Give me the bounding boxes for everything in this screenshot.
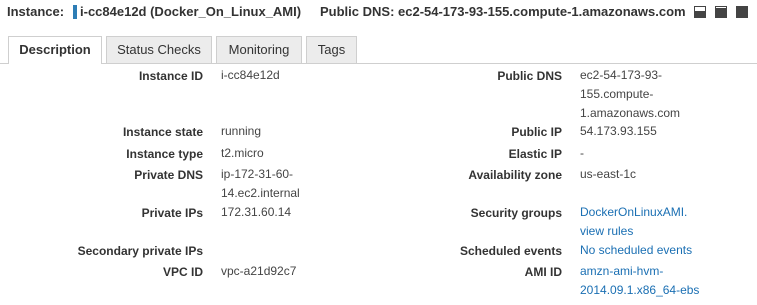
scheduled-events-link[interactable]: No scheduled events xyxy=(580,243,692,257)
instance-type-value: t2.micro xyxy=(221,146,264,160)
instance-state-label: Instance state xyxy=(122,125,203,139)
public-dns-detail-label: Public DNS xyxy=(497,69,562,83)
instance-state-value: running xyxy=(221,124,262,138)
private-dns-value: ip-172-31-60-14.ec2.internal xyxy=(221,167,300,200)
vpc-id-value: vpc-a21d92c7 xyxy=(221,264,297,278)
public-ip-label: Public IP xyxy=(511,125,562,139)
ami-id-link[interactable]: amzn-ami-hvm-2014.09.1.x86_64-ebs xyxy=(580,264,699,297)
public-ip-value: 54.173.93.155 xyxy=(580,124,657,138)
elastic-ip-label: Elastic IP xyxy=(508,147,562,161)
private-dns-label: Private DNS xyxy=(134,168,203,182)
security-group-link[interactable]: DockerOnLinuxAMI. xyxy=(580,205,687,219)
public-dns-detail-value: ec2-54-173-93-155.compute-1.amazonaws.co… xyxy=(580,68,681,120)
tab-description[interactable]: Description xyxy=(8,36,102,64)
instance-id-value: i-cc84e12d xyxy=(221,68,280,82)
secondary-private-ips-label: Secondary private IPs xyxy=(77,244,203,258)
elastic-ip-value: - xyxy=(580,146,584,160)
public-dns-value: ec2-54-173-93-155.compute-1.amazonaws.co… xyxy=(398,4,686,19)
instance-name: i-cc84e12d (Docker_On_Linux_AMI) xyxy=(80,4,302,19)
availability-zone-label: Availability zone xyxy=(468,168,562,182)
tab-bar: Description Status Checks Monitoring Tag… xyxy=(0,36,757,64)
tab-tags[interactable]: Tags xyxy=(306,36,357,63)
instance-header: Instance: i-cc84e12d (Docker_On_Linux_AM… xyxy=(0,0,757,26)
public-dns-label: Public DNS: xyxy=(320,4,395,19)
view-rules-link[interactable]: view rules xyxy=(580,224,633,238)
ami-id-label: AMI ID xyxy=(524,265,562,279)
layout-split-icon[interactable] xyxy=(736,6,748,18)
instance-label: Instance: xyxy=(7,4,65,19)
security-groups-value: DockerOnLinuxAMI. view rules xyxy=(580,203,740,241)
scheduled-events-label: Scheduled events xyxy=(459,244,562,258)
security-groups-label: Security groups xyxy=(470,206,562,220)
scheduled-events-value: No scheduled events xyxy=(580,241,740,260)
layout-bottom-large-icon[interactable] xyxy=(715,6,727,18)
private-ips-label: Private IPs xyxy=(141,206,203,220)
instance-type-label: Instance type xyxy=(126,147,203,161)
vpc-id-label: VPC ID xyxy=(162,265,203,279)
tab-monitoring[interactable]: Monitoring xyxy=(216,36,302,63)
tab-divider xyxy=(0,63,757,64)
ami-id-value: amzn-ami-hvm-2014.09.1.x86_64-ebs xyxy=(580,262,710,300)
private-ips-value: 172.31.60.14 xyxy=(221,205,292,219)
instance-color-marker xyxy=(73,5,77,19)
tab-status-checks[interactable]: Status Checks xyxy=(106,36,212,63)
instance-id-label: Instance ID xyxy=(138,69,203,83)
layout-bottom-small-icon[interactable] xyxy=(694,6,706,18)
availability-zone-value: us-east-1c xyxy=(580,167,637,181)
